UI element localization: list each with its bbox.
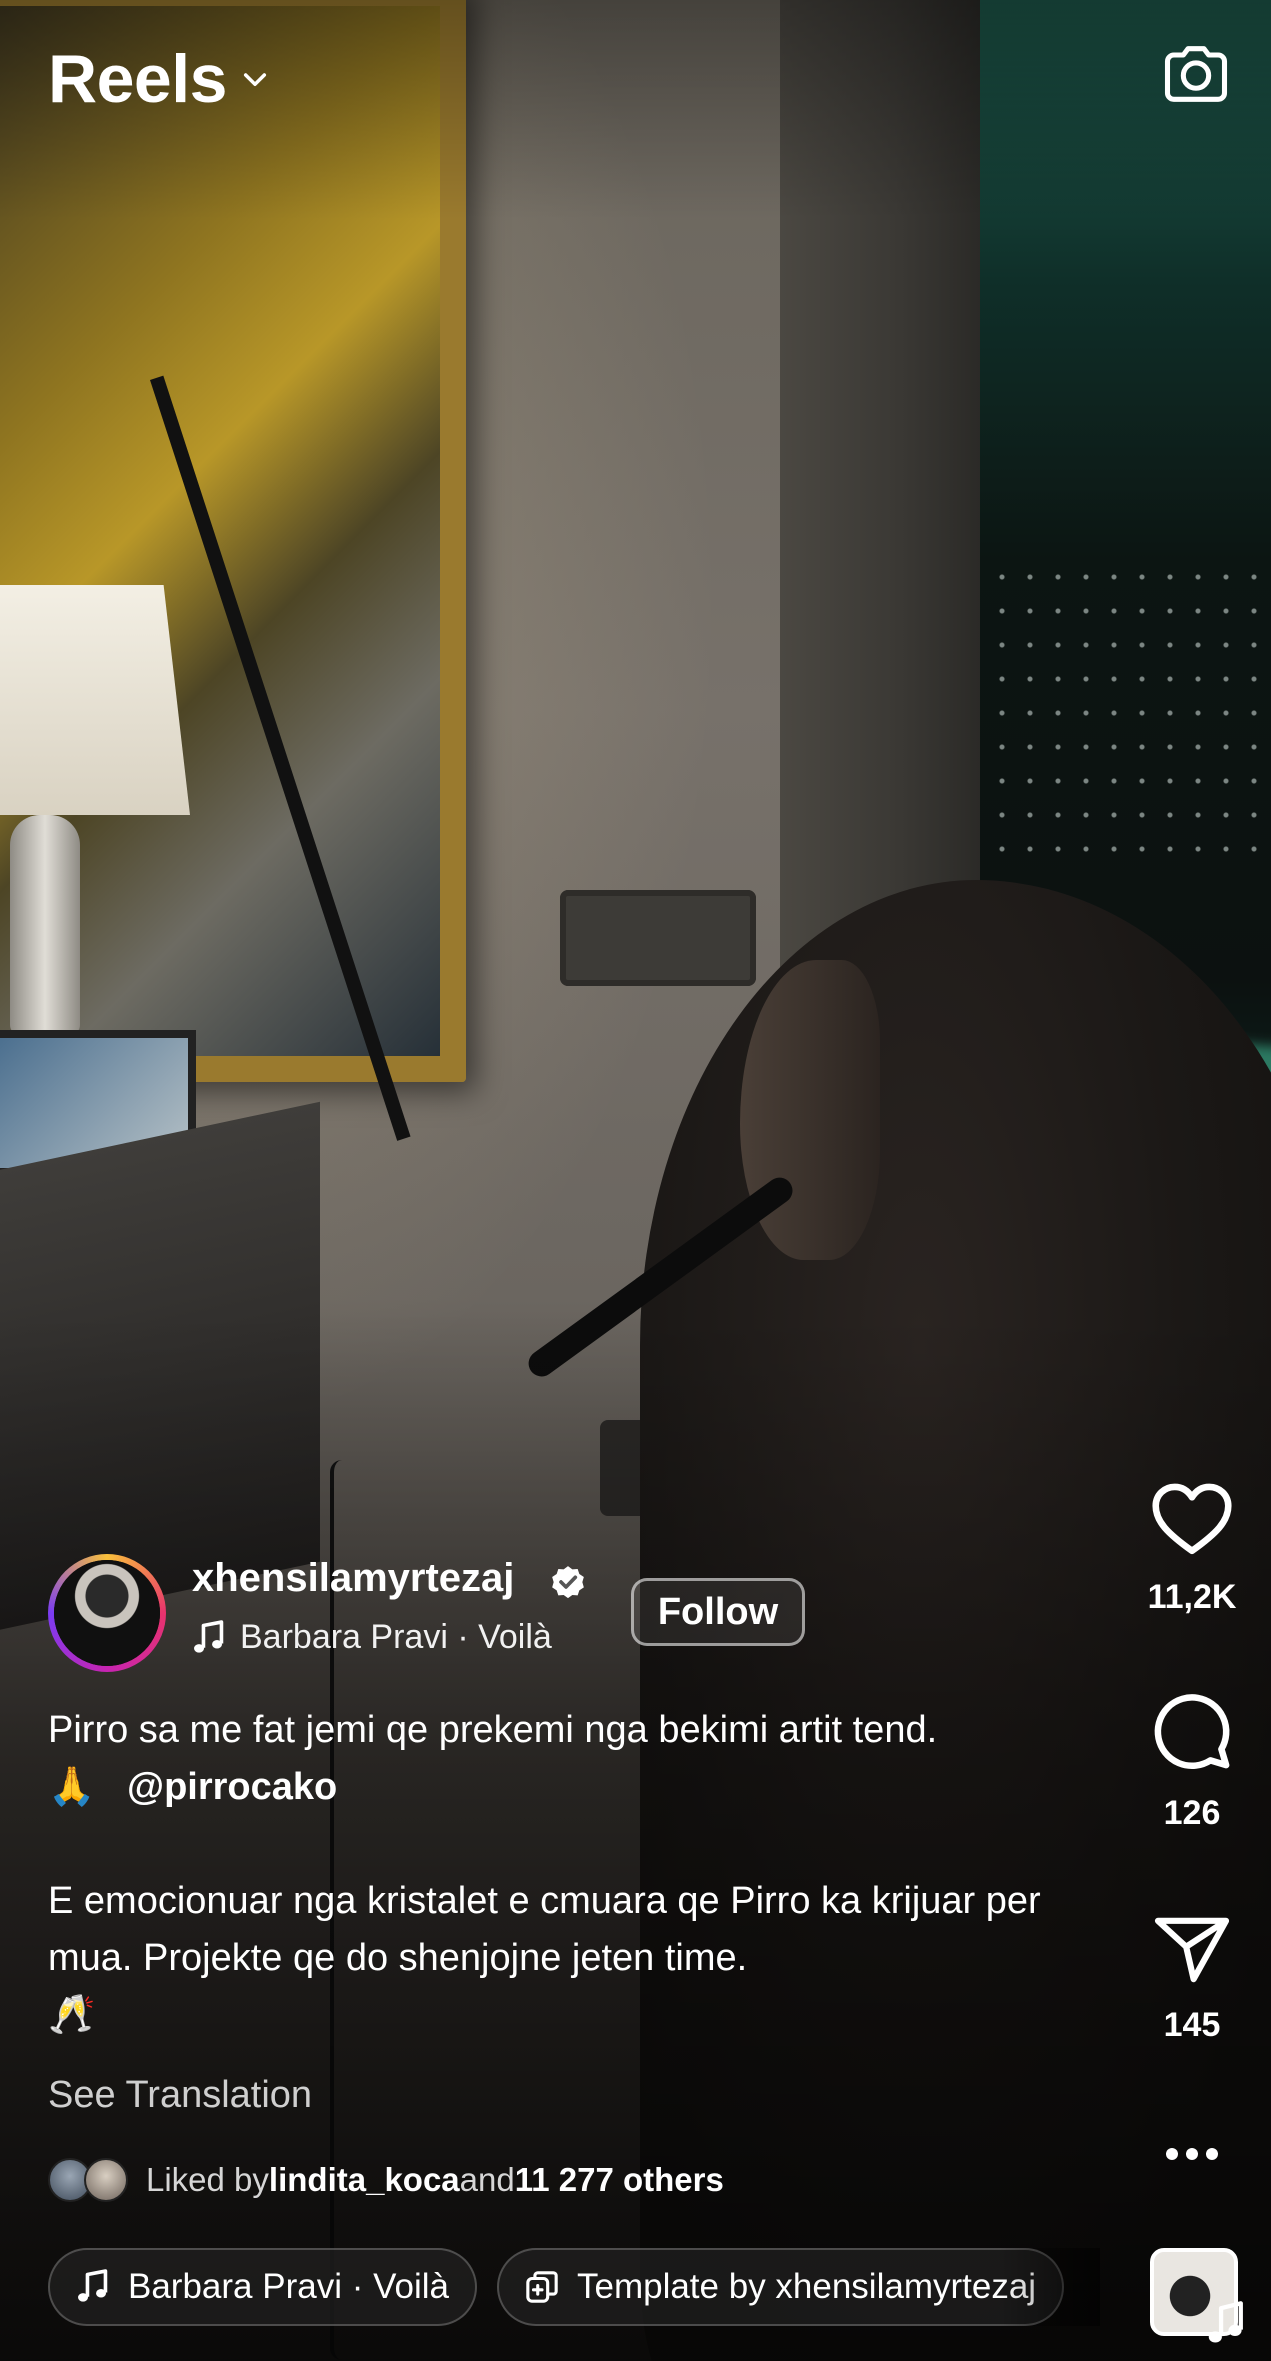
music-note-icon [78, 2269, 108, 2302]
liker-avatar [84, 2158, 128, 2202]
caption-emoji: 🥂 [48, 1994, 96, 2036]
more-icon[interactable] [1166, 2148, 1218, 2162]
audio-chip-label: Barbara Pravi · Voilà [128, 2267, 449, 2306]
caption-emoji: 🙏 [48, 1766, 96, 1808]
more-dot [1206, 2148, 1218, 2160]
liked-user[interactable]: lindita_koca [269, 2161, 460, 2199]
liked-by[interactable]: Liked by lindita_koca and 11 277 others [48, 2158, 724, 2202]
liked-middle: and [459, 2161, 515, 2198]
template-chip[interactable]: Template by xhensilamyrtezaj [496, 2248, 1065, 2326]
comment-icon[interactable] [1151, 1690, 1233, 1772]
liked-others[interactable]: 11 277 others [515, 2161, 724, 2199]
video-lamp-base [10, 815, 80, 1035]
heart-icon[interactable] [1150, 1480, 1234, 1556]
verified-badge-icon [552, 1566, 584, 1599]
liker-avatars [48, 2158, 176, 2202]
share-action[interactable]: 145 [1127, 1916, 1257, 2045]
music-note-icon [194, 1619, 224, 1653]
caption[interactable]: Pirro sa me fat jemi qe prekemi nga beki… [48, 1702, 1088, 2044]
send-icon[interactable] [1152, 1916, 1232, 1984]
template-chip-label: Template by xhensilamyrtezaj [576, 2267, 1037, 2306]
video-light-switch [560, 890, 756, 986]
author-avatar[interactable] [48, 1554, 166, 1672]
reels-title-menu[interactable]: Reels [48, 40, 271, 118]
audio-attribution[interactable]: Barbara Pravi · Voilà [192, 1618, 552, 1657]
audio-chip[interactable]: Barbara Pravi · Voilà [48, 2248, 477, 2326]
caption-text: E emocionuar nga kristalet e cmuara qe P… [48, 1880, 1041, 1979]
avatar-photo [54, 1560, 160, 1666]
like-action[interactable]: 11,2K [1127, 1480, 1257, 1617]
music-note-icon [1208, 2301, 1243, 2343]
camera-icon[interactable] [1158, 36, 1234, 112]
more-dot [1166, 2148, 1178, 2160]
like-count: 11,2K [1147, 1578, 1237, 1616]
share-count: 145 [1163, 2006, 1221, 2044]
caption-mention[interactable]: @pirrocako [127, 1766, 337, 1808]
chevron-down-icon [243, 73, 267, 87]
video-lamp-shade [0, 585, 190, 815]
more-dot [1186, 2148, 1198, 2160]
follow-button[interactable]: Follow [631, 1578, 805, 1646]
chip-fade [1000, 2248, 1100, 2326]
see-translation-link[interactable]: See Translation [48, 2074, 312, 2117]
caption-text: Pirro sa me fat jemi qe prekemi nga beki… [48, 1709, 938, 1751]
audio-label: Barbara Pravi · Voilà [240, 1618, 552, 1656]
video-city-lights [960, 560, 1271, 860]
author-username[interactable]: xhensilamyrtezaj [192, 1556, 514, 1601]
comment-count: 126 [1163, 1794, 1221, 1832]
caption-line: E emocionuar nga kristalet e cmuara qe P… [48, 1873, 1088, 2044]
template-icon [526, 2271, 558, 2303]
chip-row: Barbara Pravi · Voilà Template by xhensi… [48, 2248, 1088, 2326]
comment-action[interactable]: 126 [1127, 1690, 1257, 1833]
reels-title: Reels [48, 41, 227, 117]
caption-line: Pirro sa me fat jemi qe prekemi nga beki… [48, 1702, 1088, 1816]
